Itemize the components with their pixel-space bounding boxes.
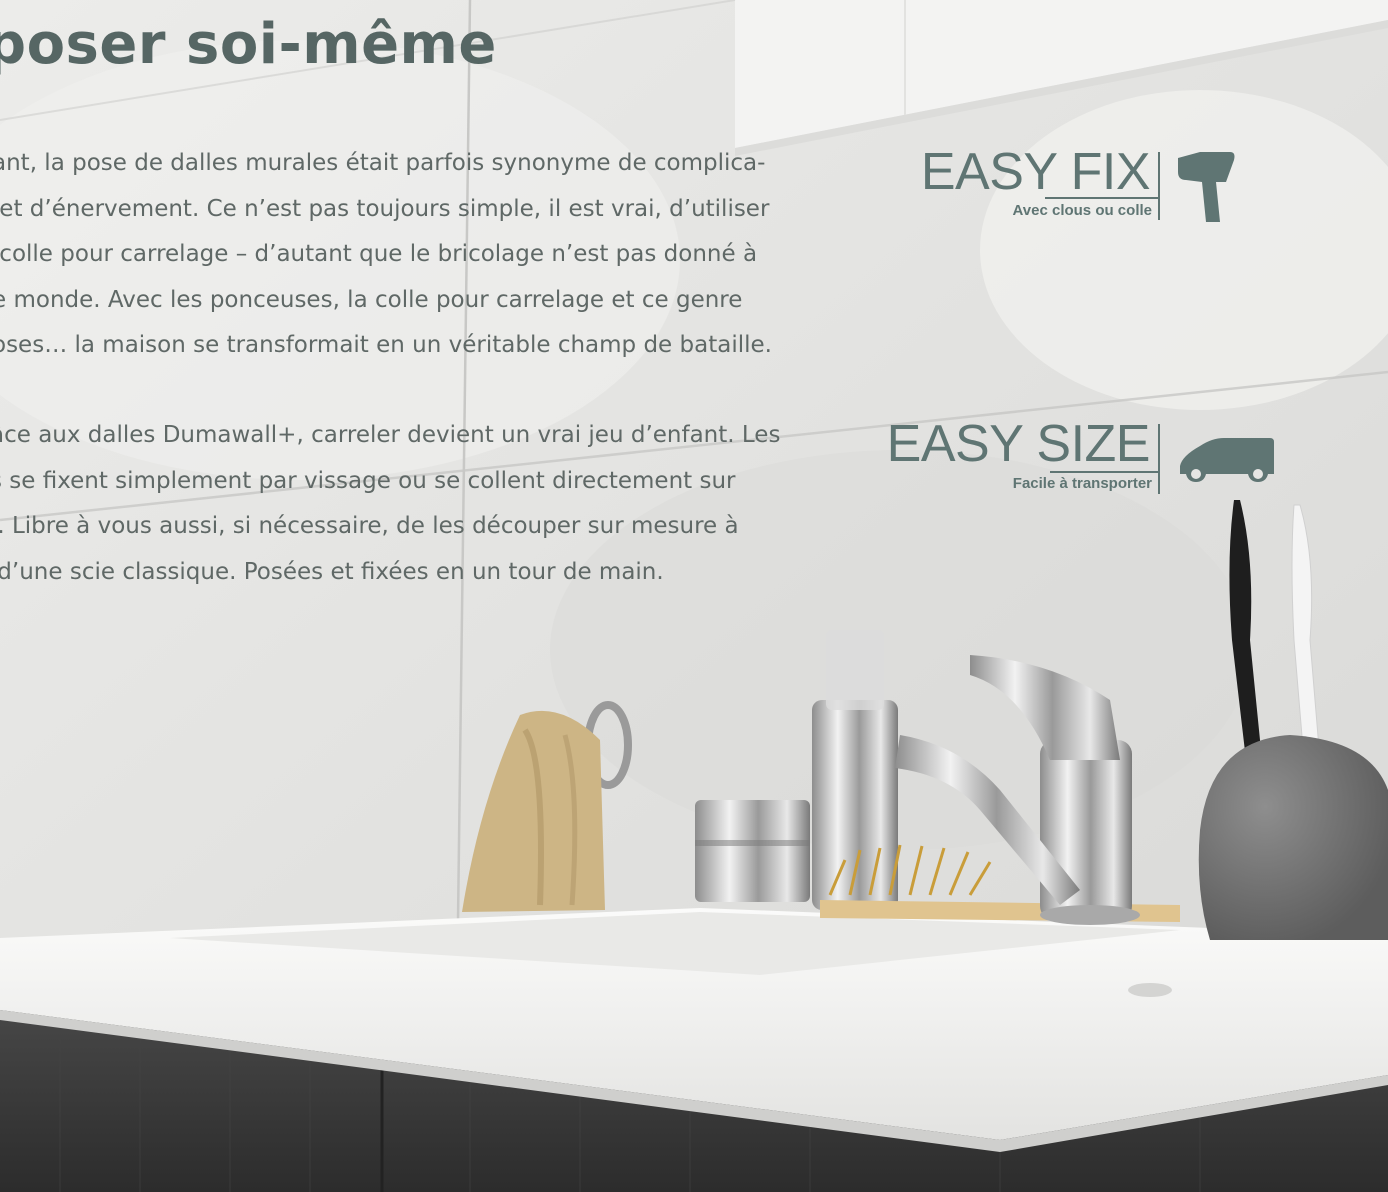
easy-fix-label: EASY FIX [920,143,1151,201]
easy-size-label: EASY SIZE [886,415,1151,473]
easy-fix-badge: EASY FIX Avec clous ou colle [860,144,1160,224]
body-paragraph-2: âce aux dalles Dumawall+, carreler devie… [0,422,781,585]
easy-size-badge: EASY SIZE Facile à transporter [860,416,1160,496]
easy-size-underline [1050,471,1160,473]
hammer-icon [1178,152,1235,222]
easy-size-subtitle: Facile à transporter [1012,475,1152,492]
body-paragraph-1: ant, la pose de dalles murales était par… [0,150,772,358]
easy-fix-divider [1158,152,1160,220]
easy-fix-underline [1045,197,1160,199]
van-icon [1180,438,1274,482]
page-title: poser soi-même [0,12,497,77]
easy-fix-subtitle: Avec clous ou colle [1012,202,1153,219]
easy-size-divider [1158,424,1160,494]
